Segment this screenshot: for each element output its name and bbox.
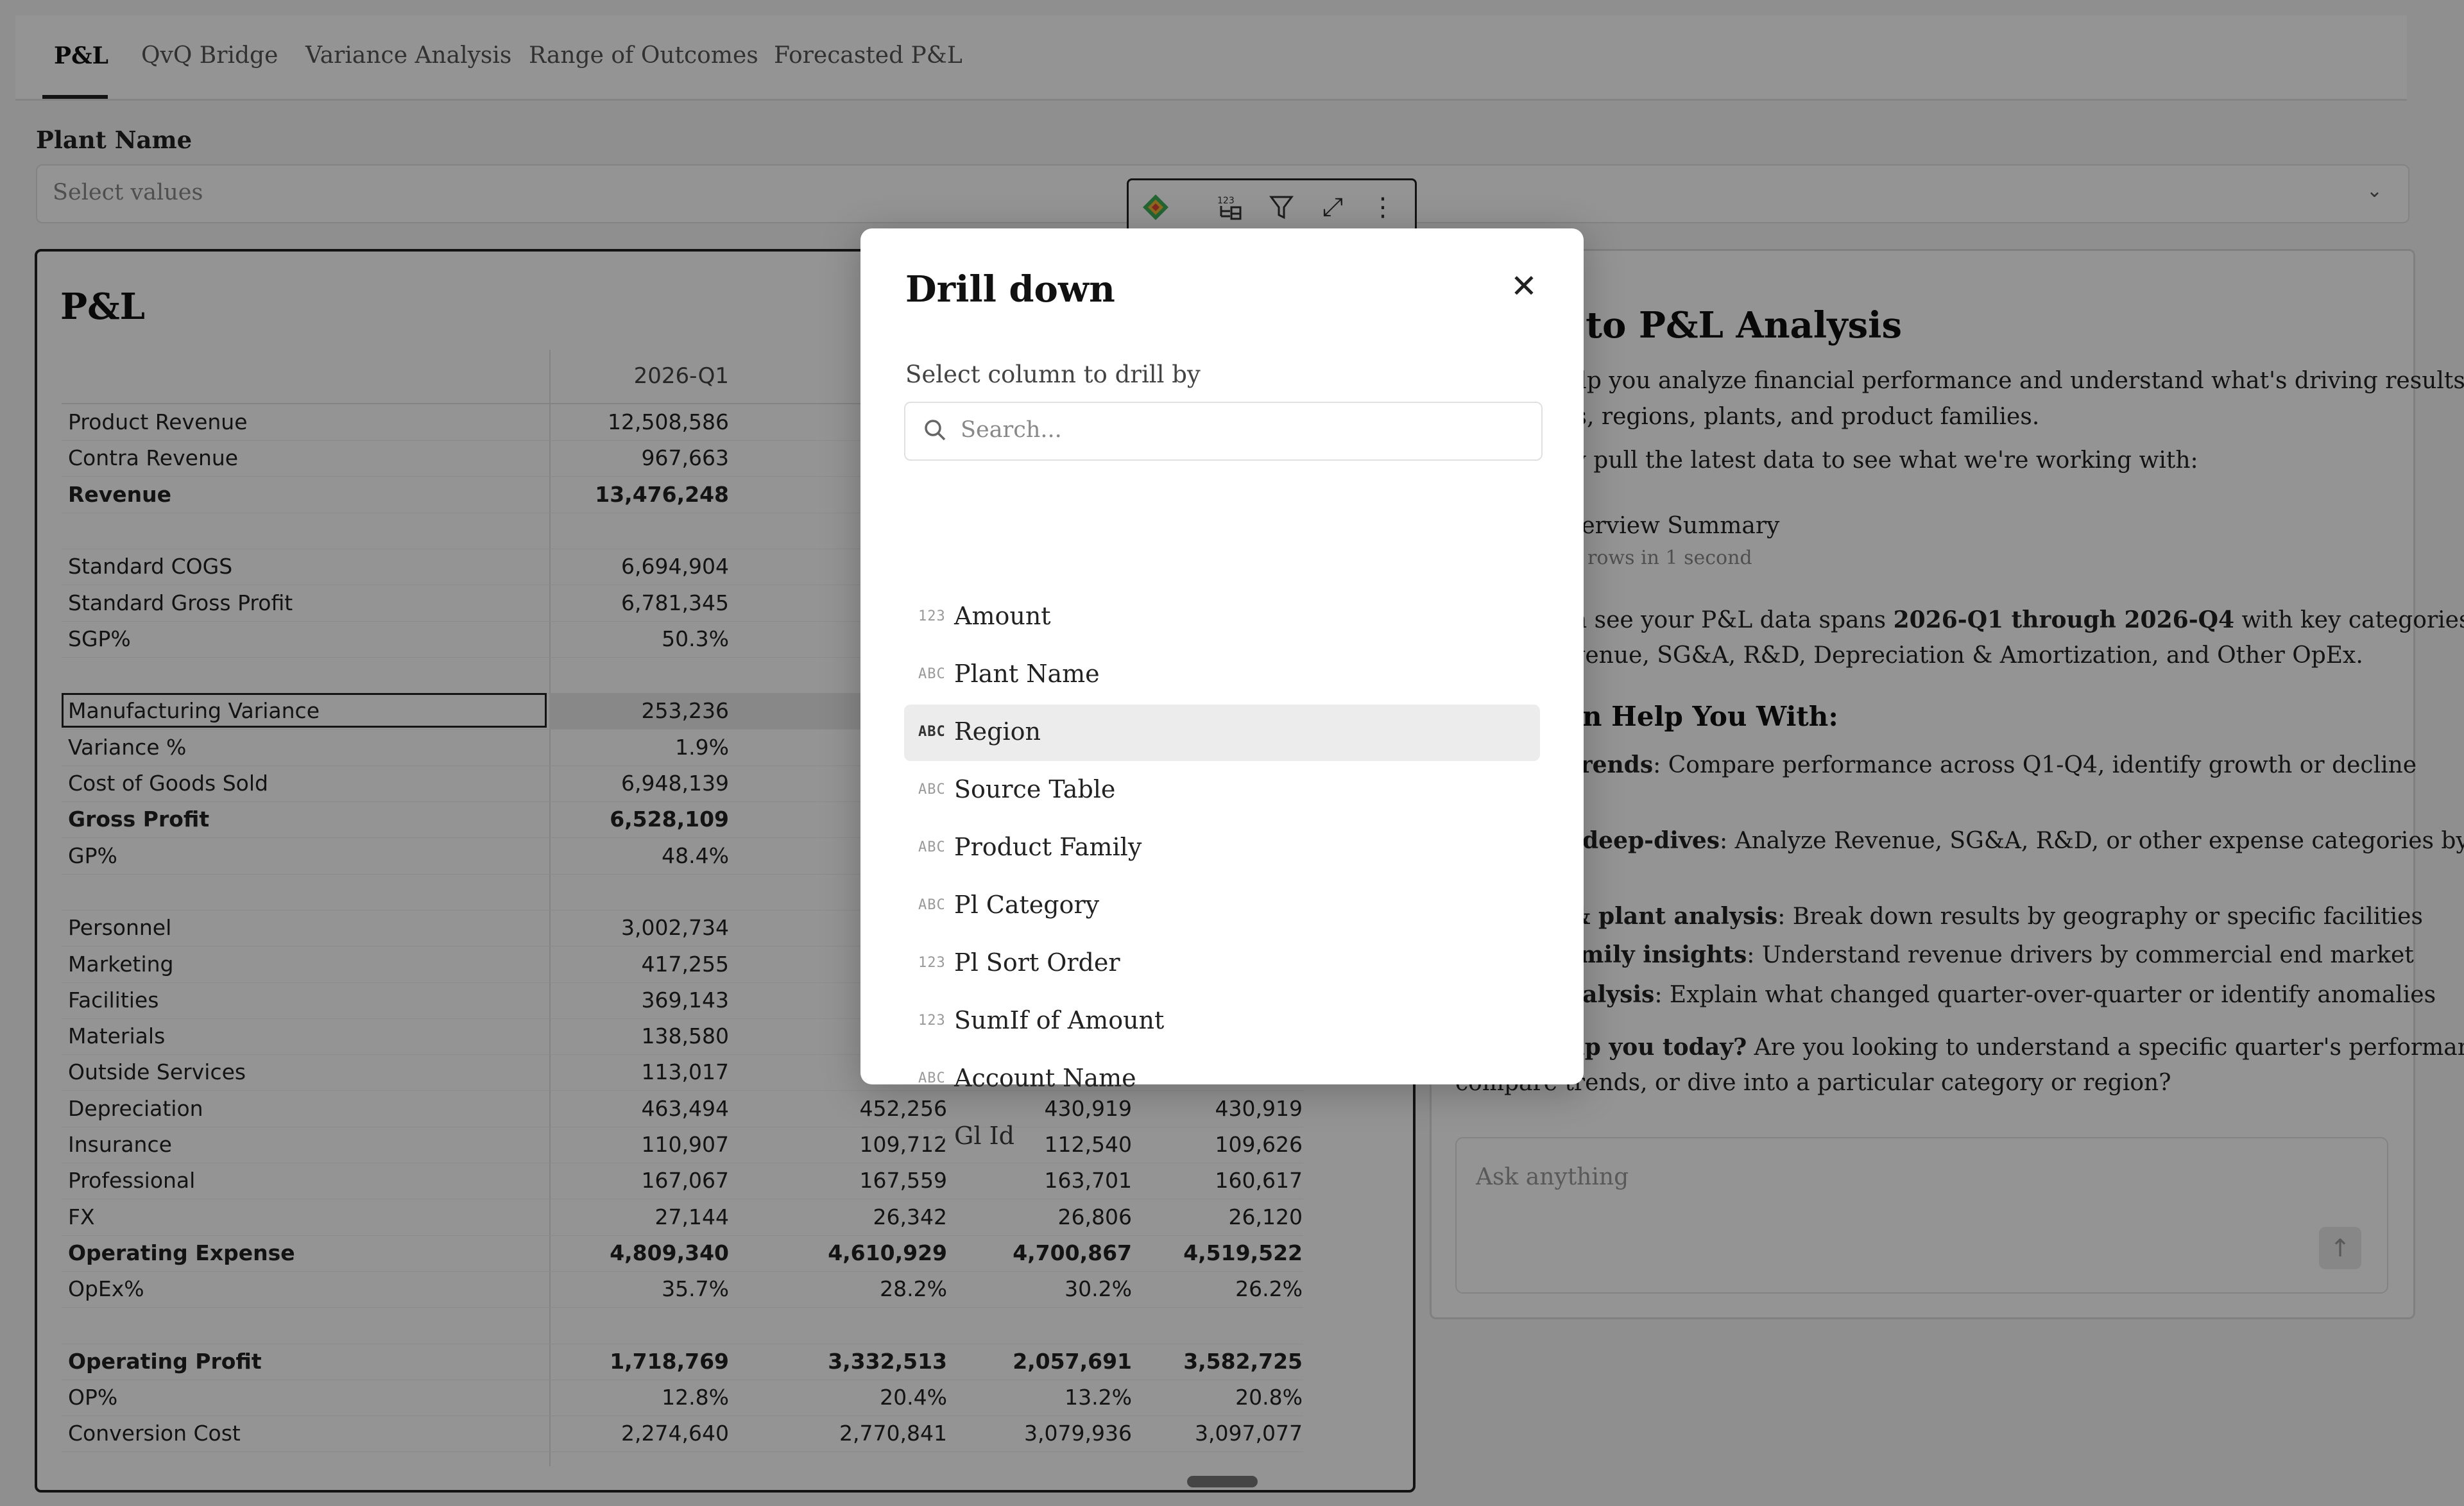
- text-type-icon: ABC: [918, 897, 946, 913]
- numeric-type-icon: 123: [918, 1128, 946, 1144]
- modal-title: Drill down: [905, 268, 1115, 311]
- search-icon: [925, 420, 946, 441]
- drill-option-gl-id[interactable]: 123 Gl Id: [904, 1109, 1540, 1165]
- drill-option-label: SumIf of Amount: [954, 1006, 1165, 1034]
- drill-option-region[interactable]: ABC Region: [904, 705, 1540, 761]
- drill-option-label: Region: [954, 717, 1041, 746]
- drill-option-amount[interactable]: 123 Amount: [904, 589, 1540, 646]
- drill-option-label: Account Name: [954, 1064, 1136, 1092]
- drill-option-pl-category[interactable]: ABC Pl Category: [904, 878, 1540, 934]
- text-type-icon: ABC: [918, 666, 946, 682]
- drill-option-product-family[interactable]: ABC Product Family: [904, 820, 1540, 877]
- drill-option-label: Pl Category: [954, 891, 1100, 919]
- numeric-type-icon: 123: [918, 1013, 946, 1029]
- numeric-type-icon: 123: [918, 608, 946, 624]
- text-type-icon: ABC: [918, 839, 946, 855]
- drill-search-input[interactable]: Search...: [904, 402, 1543, 461]
- drill-down-modal: Drill down ✕ Select column to drill by S…: [860, 228, 1584, 1150]
- drill-option-label: Plant Name: [954, 660, 1100, 688]
- drill-option-sumif-of-amount[interactable]: 123 SumIf of Amount: [904, 993, 1540, 1050]
- drill-option-label: Amount: [954, 602, 1051, 630]
- drill-option-pl-sort-order[interactable]: 123 Pl Sort Order: [904, 936, 1540, 992]
- drill-option-account-name[interactable]: ABC Account Name: [904, 1051, 1540, 1108]
- drill-option-label: Product Family: [954, 833, 1142, 861]
- drill-option-label: Source Table: [954, 775, 1116, 803]
- drill-search-placeholder: Search...: [961, 417, 1062, 443]
- drill-column-label: Select column to drill by: [905, 361, 1201, 388]
- drill-option-label: Gl Id: [954, 1122, 1014, 1150]
- numeric-type-icon: 123: [918, 955, 946, 971]
- text-type-icon: ABC: [918, 1070, 946, 1086]
- text-type-icon: ABC: [918, 782, 946, 798]
- text-type-icon: ABC: [918, 724, 946, 740]
- close-icon[interactable]: ✕: [1505, 267, 1543, 305]
- drill-option-source-table[interactable]: ABC Source Table: [904, 762, 1540, 819]
- drill-option-plant-name[interactable]: ABC Plant Name: [904, 647, 1540, 703]
- drill-option-label: Pl Sort Order: [954, 948, 1120, 977]
